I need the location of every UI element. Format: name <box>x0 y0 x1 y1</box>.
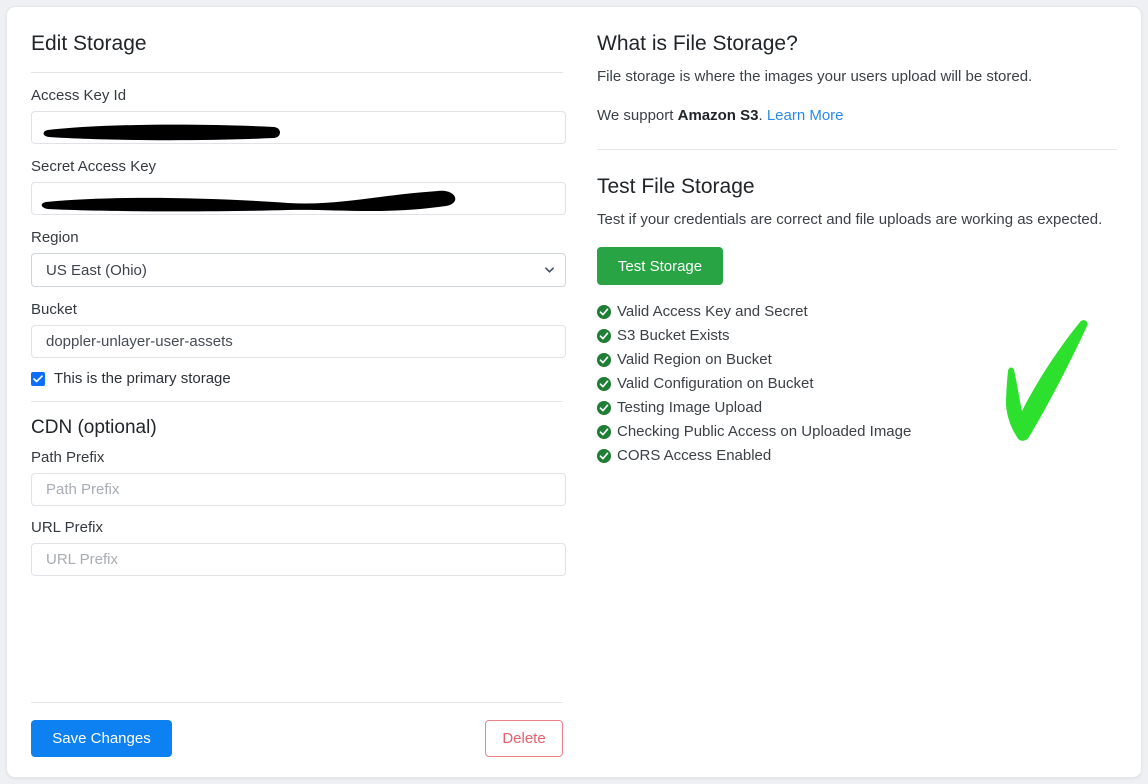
chevron-down-icon <box>545 267 554 273</box>
bucket-value: doppler-unlayer-user-assets <box>46 333 233 350</box>
test-result-label: S3 Bucket Exists <box>617 327 730 344</box>
secret-access-key-input[interactable] <box>31 182 566 215</box>
test-result-item: Valid Access Key and Secret <box>597 300 1117 324</box>
access-key-id-label: Access Key Id <box>31 87 127 104</box>
region-label: Region <box>31 229 79 246</box>
cdn-section-title: CDN (optional) <box>31 417 157 438</box>
url-prefix-label: URL Prefix <box>31 519 103 536</box>
edit-storage-card: Edit Storage Access Key Id Secret Access… <box>6 6 1142 778</box>
url-prefix-placeholder: URL Prefix <box>46 551 118 568</box>
info-column: What is File Storage? File storage is wh… <box>587 7 1141 777</box>
test-result-item: Checking Public Access on Uploaded Image <box>597 420 1117 444</box>
path-prefix-input[interactable]: Path Prefix <box>31 473 566 506</box>
url-prefix-field: URL Prefix URL Prefix <box>25 519 569 576</box>
support-prefix-text: We support <box>597 107 678 124</box>
page-title: Edit Storage <box>31 32 147 55</box>
test-result-label: Checking Public Access on Uploaded Image <box>617 423 912 440</box>
supported-providers-line: We support Amazon S3. Learn More <box>597 104 1117 127</box>
title-divider <box>31 72 563 73</box>
test-result-item: CORS Access Enabled <box>597 444 1117 468</box>
amazon-s3-text: Amazon S3 <box>677 107 759 124</box>
path-prefix-field: Path Prefix Path Prefix <box>25 449 569 506</box>
redaction-stroke-icon <box>43 124 280 141</box>
storage-form-column: Edit Storage Access Key Id Secret Access… <box>7 7 587 777</box>
primary-storage-checkbox-row[interactable]: This is the primary storage <box>31 370 563 387</box>
path-prefix-placeholder: Path Prefix <box>46 481 120 498</box>
test-result-item: S3 Bucket Exists <box>597 324 1117 348</box>
path-prefix-label: Path Prefix <box>31 449 105 466</box>
save-changes-button[interactable]: Save Changes <box>31 720 172 757</box>
bucket-label: Bucket <box>31 301 77 318</box>
test-result-label: Valid Access Key and Secret <box>617 303 808 320</box>
check-circle-icon <box>597 377 611 391</box>
checkmark-icon <box>33 374 43 382</box>
access-key-id-field: Access Key Id <box>25 87 569 144</box>
primary-storage-label: This is the primary storage <box>54 370 231 387</box>
check-circle-icon <box>597 329 611 343</box>
access-key-id-input[interactable] <box>31 111 566 144</box>
test-file-storage-title: Test File Storage <box>597 175 755 198</box>
footer-divider <box>31 702 563 703</box>
region-select[interactable]: US East (Ohio) <box>31 253 566 287</box>
redaction-stroke-icon <box>41 190 456 212</box>
test-result-label: Testing Image Upload <box>617 399 763 416</box>
support-suffix-text: . <box>758 107 767 124</box>
cdn-divider <box>31 401 563 402</box>
bucket-field: Bucket doppler-unlayer-user-assets <box>25 301 569 358</box>
what-is-file-storage-description: File storage is where the images your us… <box>597 68 1033 85</box>
form-footer: Save Changes Delete <box>25 702 569 757</box>
region-field: Region US East (Ohio) <box>25 229 569 287</box>
check-circle-icon <box>597 305 611 319</box>
test-result-label: Valid Region on Bucket <box>617 351 772 368</box>
test-result-item: Valid Region on Bucket <box>597 348 1117 372</box>
learn-more-link[interactable]: Learn More <box>767 107 844 124</box>
test-storage-button[interactable]: Test Storage <box>597 247 723 285</box>
info-divider <box>597 149 1117 150</box>
check-circle-icon <box>597 401 611 415</box>
check-circle-icon <box>597 425 611 439</box>
test-result-label: Valid Configuration on Bucket <box>617 375 814 392</box>
test-result-item: Testing Image Upload <box>597 396 1117 420</box>
url-prefix-input[interactable]: URL Prefix <box>31 543 566 576</box>
what-is-file-storage-title: What is File Storage? <box>597 32 798 55</box>
test-file-storage-description: Test if your credentials are correct and… <box>597 211 1103 228</box>
test-results-list: Valid Access Key and Secret S3 Bucket Exi… <box>597 300 1117 468</box>
delete-button[interactable]: Delete <box>485 720 563 757</box>
secret-access-key-field: Secret Access Key <box>25 158 569 215</box>
region-selected-value: US East (Ohio) <box>46 261 147 279</box>
secret-access-key-label: Secret Access Key <box>31 158 157 175</box>
check-circle-icon <box>597 353 611 367</box>
test-result-item: Valid Configuration on Bucket <box>597 372 1117 396</box>
test-result-label: CORS Access Enabled <box>617 447 772 464</box>
bucket-input[interactable]: doppler-unlayer-user-assets <box>31 325 566 358</box>
check-circle-icon <box>597 449 611 463</box>
primary-storage-checkbox[interactable] <box>31 371 45 386</box>
